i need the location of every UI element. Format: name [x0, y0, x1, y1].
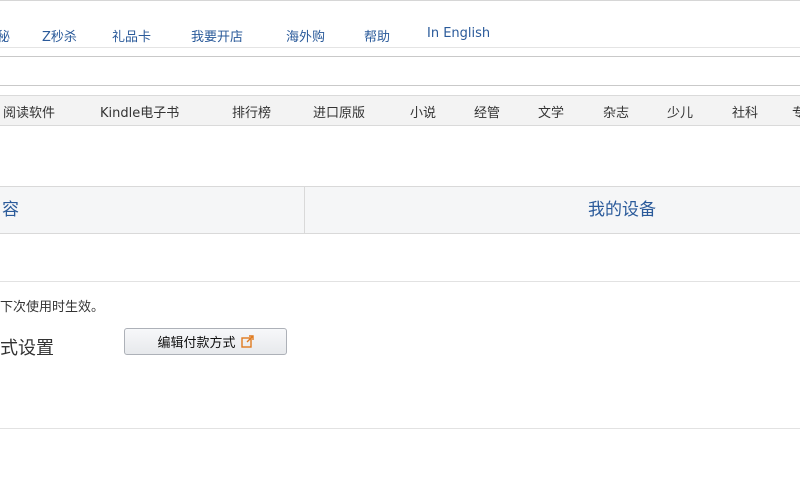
- divider: [0, 428, 800, 429]
- edit-payment-method-label: 编辑付款方式: [157, 335, 236, 350]
- tab-content[interactable]: 容: [2, 187, 19, 233]
- tab-my-devices[interactable]: 我的设备: [588, 187, 656, 233]
- payment-settings-title: 式设置: [0, 338, 54, 359]
- tab-divider: [304, 187, 305, 233]
- category-magazines[interactable]: 杂志: [603, 102, 629, 121]
- content-device-tabs: 容 我的设备: [0, 186, 800, 234]
- top-nav-link-open-store[interactable]: 我要开店: [191, 26, 243, 45]
- external-link-icon: [240, 335, 254, 348]
- category-imported-originals[interactable]: 进口原版: [313, 102, 365, 121]
- top-nav-link-help[interactable]: 帮助: [364, 26, 390, 45]
- top-nav-link-partial[interactable]: 秘: [0, 26, 10, 45]
- category-literature[interactable]: 文学: [538, 102, 564, 121]
- divider: [0, 47, 800, 48]
- top-nav-link-gift-card[interactable]: 礼品卡: [112, 26, 151, 45]
- category-partial[interactable]: 专: [792, 102, 800, 121]
- category-reading-software[interactable]: 阅读软件: [3, 102, 55, 121]
- top-navigation-bar: 秘 Z秒杀 礼品卡 我要开店 海外购 帮助 In English: [0, 0, 800, 49]
- category-children[interactable]: 少儿: [667, 102, 693, 121]
- category-bestsellers[interactable]: 排行榜: [232, 102, 271, 121]
- top-nav-link-overseas[interactable]: 海外购: [286, 26, 325, 45]
- category-kindle-ebooks[interactable]: Kindle电子书: [100, 102, 179, 121]
- top-nav-link-english[interactable]: In English: [427, 26, 490, 41]
- category-business[interactable]: 经管: [474, 102, 500, 121]
- divider: [0, 281, 800, 282]
- settings-notice: 下次使用时生效。: [0, 300, 105, 315]
- category-fiction[interactable]: 小说: [410, 102, 436, 121]
- search-bar[interactable]: [0, 56, 800, 86]
- edit-payment-method-button[interactable]: 编辑付款方式: [124, 328, 287, 355]
- category-bar: 阅读软件 Kindle电子书 排行榜 进口原版 小说 经管 文学 杂志 少儿 社…: [0, 95, 800, 126]
- top-nav-link-flash-sale[interactable]: Z秒杀: [42, 26, 77, 45]
- category-social-science[interactable]: 社科: [732, 102, 758, 121]
